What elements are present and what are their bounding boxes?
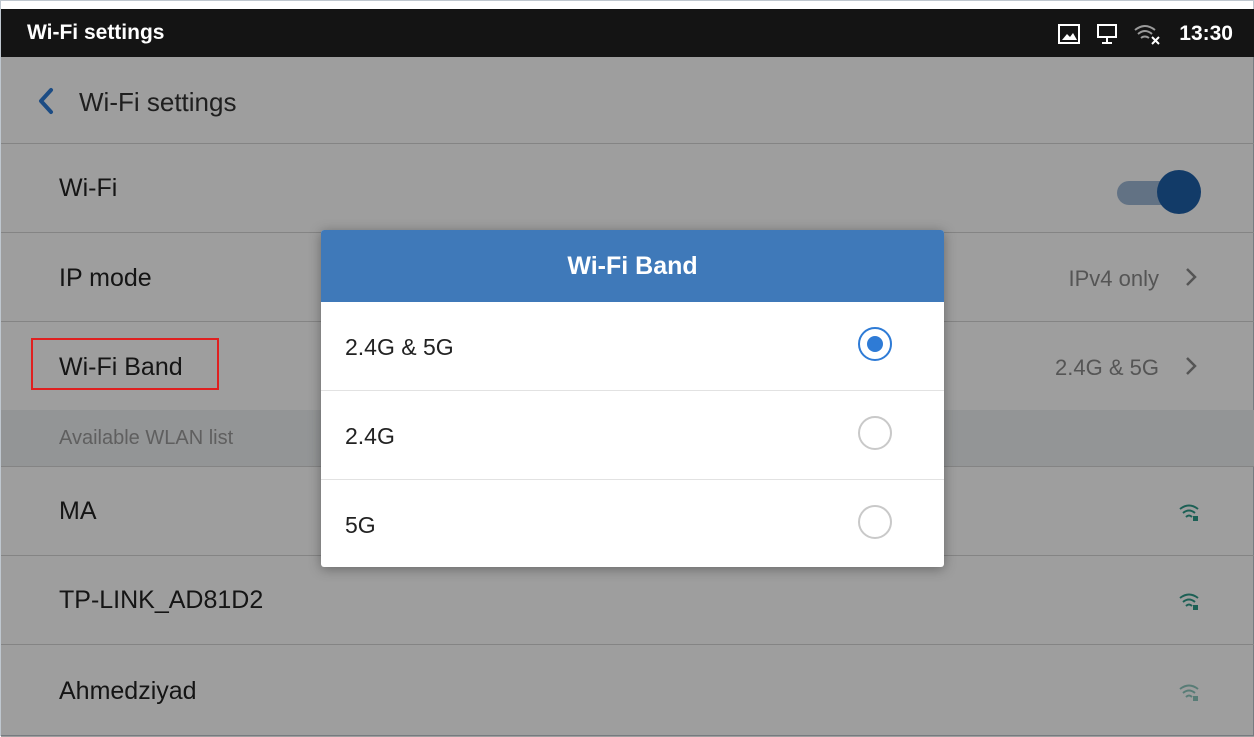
desktop-icon <box>1095 22 1119 46</box>
wifi-off-icon <box>1133 22 1160 46</box>
status-bar: Wi-Fi settings 13:30 <box>1 9 1254 57</box>
band-option-label: 2.4G & 5G <box>345 334 454 360</box>
band-option-label: 5G <box>345 512 376 538</box>
image-icon <box>1057 22 1081 46</box>
band-option[interactable]: 5G <box>321 480 944 567</box>
status-bar-title: Wi-Fi settings <box>27 21 165 44</box>
radio-button[interactable] <box>858 327 892 361</box>
status-bar-icons: 13:30 <box>1057 17 1233 51</box>
radio-button[interactable] <box>858 505 892 539</box>
clock: 13:30 <box>1179 22 1233 45</box>
annotation-highlight-box <box>31 338 219 390</box>
band-option[interactable]: 2.4G & 5G <box>321 302 944 391</box>
dialog-header: Wi-Fi Band <box>321 230 944 302</box>
dialog-title: Wi-Fi Band <box>567 251 698 280</box>
wifi-band-dialog: Wi-Fi Band 2.4G & 5G 2.4G 5G <box>321 230 944 567</box>
screen: Wi-Fi settings 13:30 Wi-Fi settings Wi-F… <box>0 0 1254 737</box>
radio-button[interactable] <box>858 416 892 450</box>
band-option[interactable]: 2.4G <box>321 391 944 480</box>
band-option-label: 2.4G <box>345 423 395 449</box>
